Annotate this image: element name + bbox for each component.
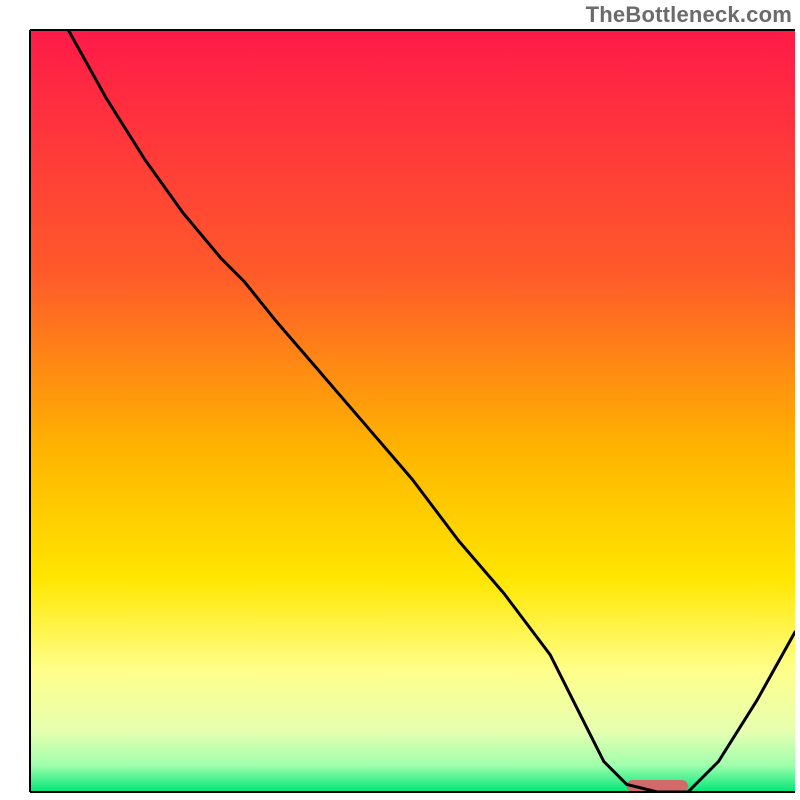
watermark-text: TheBottleneck.com <box>586 2 792 28</box>
gradient-background <box>30 30 795 792</box>
bottleneck-chart <box>0 0 800 800</box>
chart-container: TheBottleneck.com <box>0 0 800 800</box>
